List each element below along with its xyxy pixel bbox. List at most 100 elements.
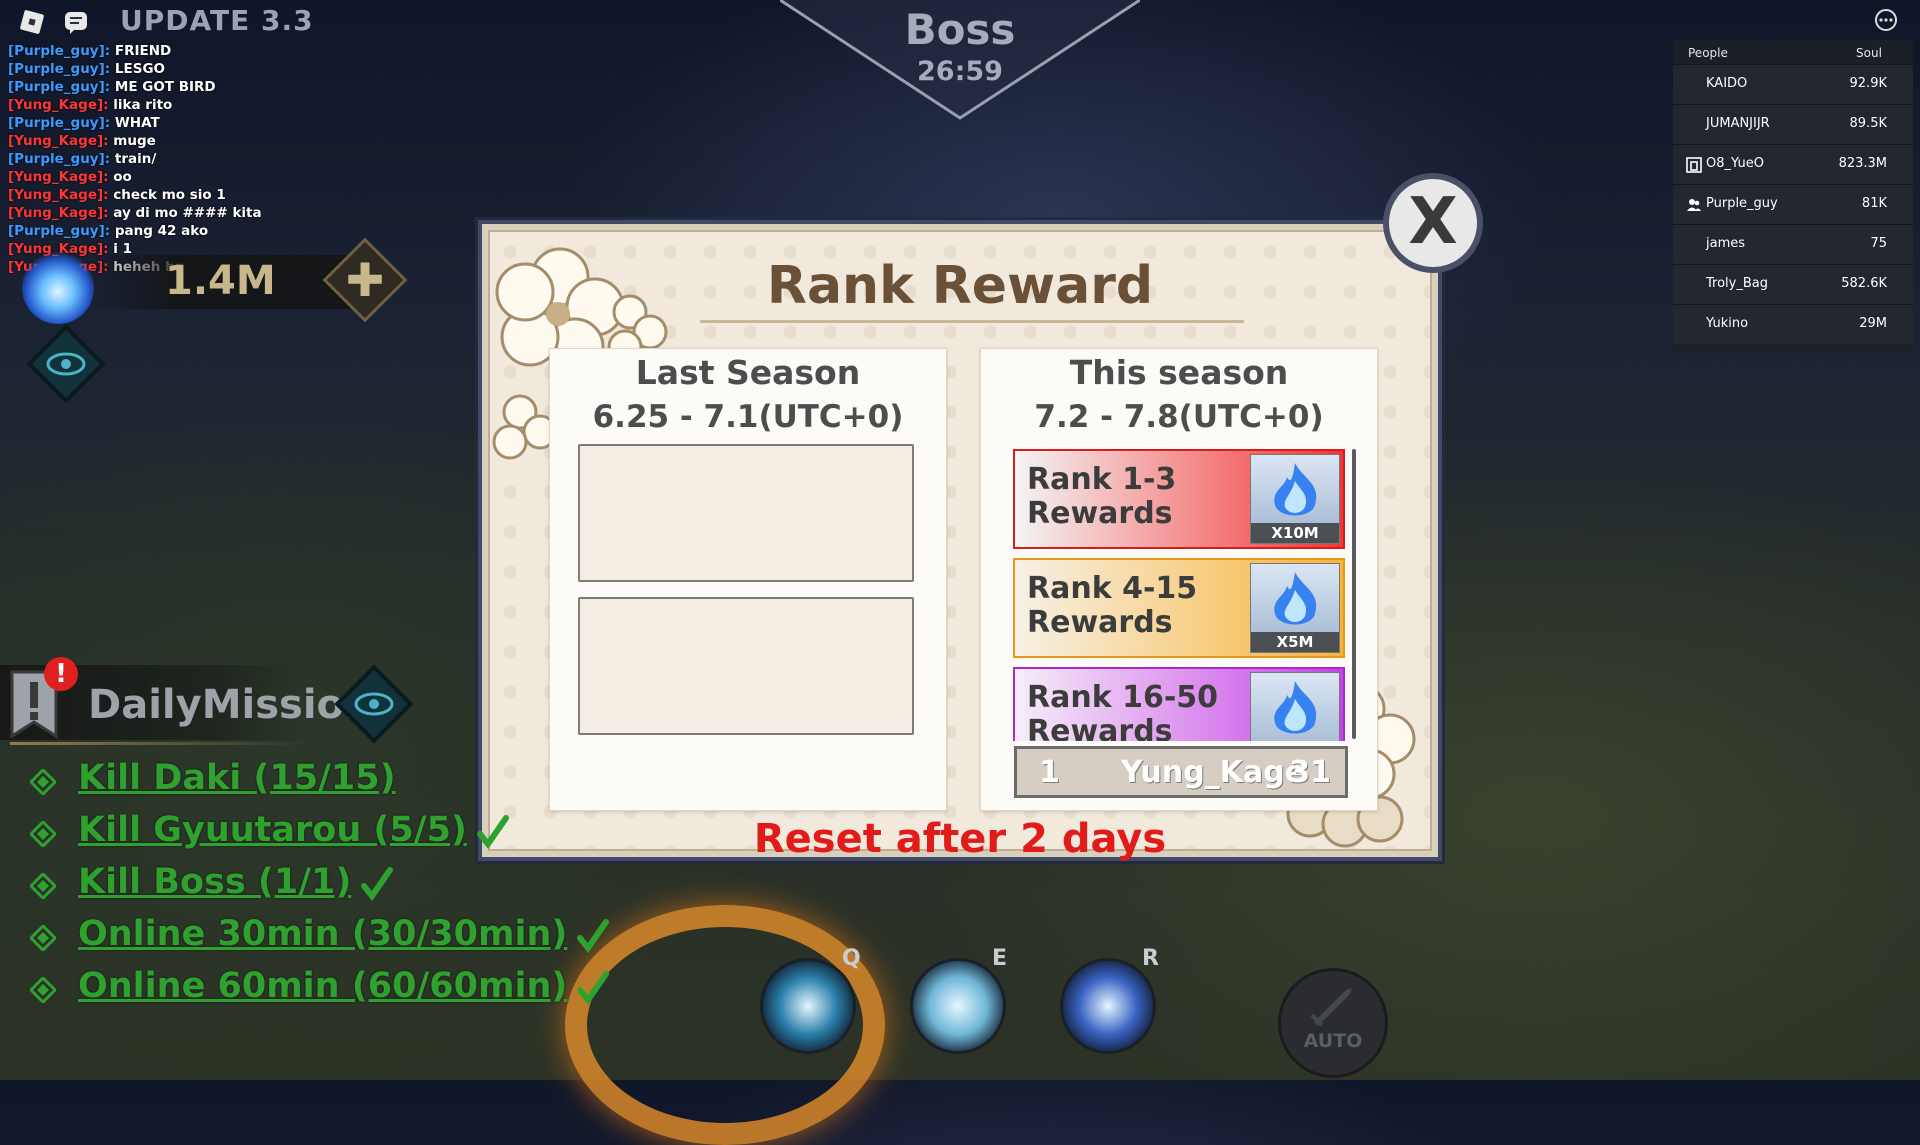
reward-rank-range: Rank 16-50	[1027, 680, 1219, 715]
reward-caption: Rewards	[1027, 605, 1173, 640]
player-name: Troly_Bag	[1706, 276, 1768, 291]
reward-tier-label: Rank 4-15 Rewards	[1027, 572, 1197, 640]
player-name: Yukino	[1706, 316, 1749, 331]
daily-mission-divider	[10, 742, 310, 745]
my-rank-position: 1	[1039, 755, 1060, 790]
player-name: james	[1706, 236, 1746, 251]
chat-sender[interactable]: [Yung_Kage]:	[8, 97, 109, 113]
reward-caption: Rewards	[1027, 496, 1173, 531]
my-rank-row: 1 Yung_Kage 31	[1014, 746, 1348, 798]
chat-text: oo	[113, 169, 132, 185]
chat-sender[interactable]: [Yung_Kage]:	[8, 169, 109, 185]
mission-item[interactable]: Online 30min (30/30min)	[30, 914, 609, 958]
player-name: KAIDO	[1706, 76, 1748, 91]
mission-item[interactable]: Kill Daki (15/15)	[30, 758, 550, 802]
leaderboard-row[interactable]: james 75	[1673, 224, 1913, 264]
blue-flame-icon	[1250, 672, 1340, 741]
chat-message: [Yung_Kage]: oo	[8, 168, 268, 186]
leaderboard-row[interactable]: O8_YueO 823.3M	[1673, 144, 1913, 184]
more-options-icon[interactable]	[1874, 8, 1898, 32]
diamond-bullet-icon	[30, 769, 56, 795]
chat-sender[interactable]: [Yung_Kage]:	[8, 205, 109, 221]
my-rank-score: 31	[1289, 755, 1331, 790]
this-season-title: This season	[1069, 353, 1289, 392]
player-soul: 823.3M	[1838, 156, 1887, 171]
mission-text: Kill Gyuutarou (5/5)	[78, 810, 467, 850]
currency-value: 1.4M	[165, 258, 276, 304]
chat-text: train/	[114, 151, 157, 167]
player-name: Purple_guy	[1706, 196, 1778, 211]
player-soul: 89.5K	[1849, 116, 1887, 131]
reset-countdown: Reset after 2 days	[753, 816, 1167, 862]
mission-text: Online 30min (30/30min)	[78, 914, 568, 954]
chat-message: [Purple_guy]: pang 42 ako	[8, 222, 268, 240]
skill-hotkey: Q	[842, 946, 861, 971]
boss-timer: 26:59	[917, 56, 1003, 87]
eye-icon	[46, 352, 86, 376]
diamond-bullet-icon	[30, 821, 56, 847]
mission-item[interactable]: Kill Gyuutarou (5/5)	[30, 810, 550, 854]
reward-tier-label: Rank 1-3 Rewards	[1027, 463, 1176, 531]
leaderboard-row[interactable]: Troly_Bag 582.6K	[1673, 264, 1913, 304]
mission-alert-badge: !	[44, 657, 78, 691]
last-season-panel: Last Season 6.25 - 7.1(UTC+0)	[549, 348, 947, 811]
leaderboard-row[interactable]: Yukino 29M	[1673, 304, 1913, 344]
player-soul: 582.6K	[1841, 276, 1887, 291]
skill-button[interactable]	[910, 958, 1006, 1054]
chat-text: ay di mo #### kita	[113, 205, 262, 221]
leaderboard-row[interactable]: JUMANJIJR 89.5K	[1673, 104, 1913, 144]
this-season-panel: This season 7.2 - 7.8(UTC+0) Rank 1-3 Rew…	[980, 348, 1378, 811]
soul-column-header: Soul	[1856, 46, 1882, 60]
chat-sender[interactable]: [Purple_guy]:	[8, 115, 110, 131]
daily-mission-title[interactable]: DailyMission	[88, 682, 373, 728]
diamond-bullet-icon	[30, 977, 56, 1003]
chat-text: muge	[113, 133, 156, 149]
reward-quantity: X10M	[1251, 523, 1339, 543]
reward-list-scrollbar[interactable]	[1352, 449, 1356, 739]
auto-label: AUTO	[1303, 1030, 1363, 1052]
chat-sender[interactable]: [Yung_Kage]:	[8, 187, 109, 203]
last-season-title: Last Season	[635, 353, 861, 392]
mission-text: Online 60min (60/60min)	[78, 966, 568, 1006]
skill-hotkey: R	[1142, 946, 1159, 971]
leaderboard-row[interactable]: Purple_guy 81K	[1673, 184, 1913, 224]
player-leaderboard: People Soul KAIDO 92.9K JUMANJIJR 89.5K O8_Y…	[1673, 40, 1913, 352]
player-name: JUMANJIJR	[1706, 116, 1770, 131]
player-name: O8_YueO	[1706, 156, 1764, 171]
reward-tier-label: Rank 16-50 Rewards	[1027, 680, 1219, 742]
leaderboard-row[interactable]: KAIDO 92.9K	[1673, 64, 1913, 104]
title-divider	[700, 320, 1244, 323]
chat-message: [Yung_Kage]: muge	[8, 132, 268, 150]
skill-button[interactable]	[760, 958, 856, 1054]
plus-icon: ✚	[345, 253, 385, 307]
skill-button[interactable]	[1060, 958, 1156, 1054]
leaderboard-header: People Soul	[1673, 40, 1913, 64]
this-season-range: 7.2 - 7.8(UTC+0)	[1034, 399, 1324, 435]
eye-icon	[354, 692, 394, 716]
chat-sender[interactable]: [Purple_guy]:	[8, 151, 110, 167]
rank-reward-modal: Rank Reward Last Season 6.25 - 7.1(UTC+0…	[478, 220, 1442, 862]
reward-tier-card[interactable]: Rank 16-50 Rewards	[1013, 667, 1345, 741]
diamond-bullet-icon	[30, 925, 56, 951]
chat-text: WHAT	[114, 115, 160, 131]
chat-sender[interactable]: [Purple_guy]:	[8, 223, 110, 239]
diamond-bullet-icon	[30, 873, 56, 899]
reward-rank-range: Rank 1-3	[1027, 462, 1177, 497]
last-season-reward-slot	[578, 597, 914, 735]
chat-sender[interactable]: [Yung_Kage]:	[8, 133, 109, 149]
player-soul: 75	[1870, 236, 1887, 251]
chat-message: [Yung_Kage]: ay di mo #### kita	[8, 204, 268, 222]
reward-tier-card[interactable]: Rank 1-3 Rewards X10M	[1013, 449, 1345, 549]
mission-item[interactable]: Kill Boss (1/1)	[30, 862, 550, 906]
mission-item[interactable]: Online 60min (60/60min)	[30, 966, 609, 1010]
chat-message: [Yung_Kage]: lika rito	[8, 96, 268, 114]
checkmark-icon	[577, 919, 609, 954]
reward-quantity: X5M	[1251, 632, 1339, 652]
chat-message: [Yung_Kage]: check mo sio 1	[8, 186, 268, 204]
reward-tier-card[interactable]: Rank 4-15 Rewards X5M	[1013, 558, 1345, 658]
sword-icon	[1310, 988, 1352, 1027]
checkmark-icon	[477, 815, 509, 850]
premium-icon	[1686, 157, 1702, 173]
checkmark-icon	[361, 867, 393, 902]
player-soul: 81K	[1861, 196, 1887, 211]
